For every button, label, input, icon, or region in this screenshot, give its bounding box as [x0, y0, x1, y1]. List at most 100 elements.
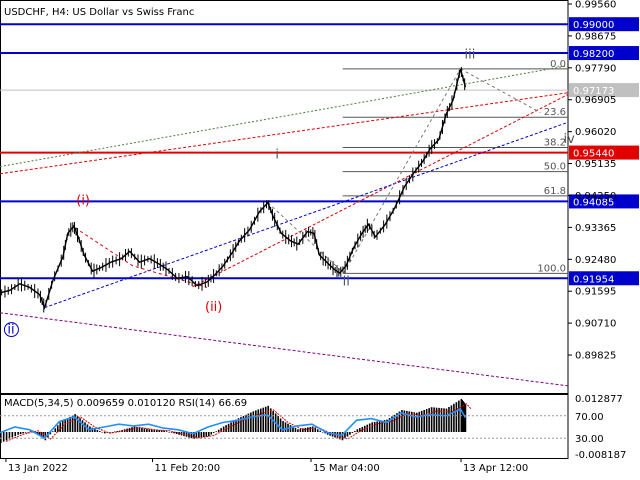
time-tick-label: 13 Jan 2022 [8, 463, 68, 474]
indicator-tick-label: 30.00 [575, 434, 604, 445]
chart-title: USDCHF, H4: US Dollar vs Swiss Franc [4, 7, 194, 18]
price-tick-label: 0.90710 [575, 319, 616, 330]
price-tick-label: 0.92480 [575, 255, 616, 266]
price-tick-label: 0.93365 [575, 223, 616, 234]
macd-histogram-bar [299, 428, 302, 432]
macd-histogram-bar [423, 409, 426, 432]
macd-histogram-bar [0, 432, 2, 444]
indicator-tick-label: -0.008187 [575, 450, 626, 461]
level-price-label: 0.95440 [573, 149, 614, 160]
macd-histogram-bar [259, 408, 262, 432]
trendline [267, 202, 345, 274]
macd-histogram-bar [319, 430, 322, 432]
macd-histogram-bar [448, 406, 450, 432]
macd-histogram-bar [458, 400, 460, 432]
macd-histogram-bar [146, 428, 148, 432]
price-tick-label: 0.95135 [575, 159, 616, 170]
macd-histogram-bar [151, 429, 153, 432]
macd-histogram-bar [165, 431, 168, 432]
macd-histogram-bar [200, 432, 203, 438]
macd-histogram-bar [420, 410, 423, 432]
macd-histogram-bar [264, 406, 267, 432]
wave-label: (ii) [205, 300, 222, 315]
trendline [44, 121, 569, 309]
macd-histogram-bar [269, 408, 272, 432]
macd-histogram-bar [59, 422, 62, 432]
macd-histogram-bar [361, 426, 364, 432]
macd-histogram-bar [168, 432, 170, 433]
trendline [192, 94, 569, 288]
wave-label: i [275, 147, 279, 162]
macd-histogram-bar [24, 432, 27, 433]
macd-histogram-bar [217, 429, 220, 432]
indicator-tick-label: 70.00 [575, 412, 604, 423]
macd-histogram-bar [19, 432, 22, 435]
macd-histogram-bar [425, 409, 428, 432]
macd-histogram-bar [138, 427, 141, 432]
macd-histogram-bar [252, 411, 255, 432]
macd-histogram-bar [428, 408, 430, 432]
macd-histogram-bar [309, 426, 312, 432]
macd-histogram-bar [321, 432, 324, 433]
macd-histogram-bar [455, 402, 458, 432]
macd-histogram-bar [108, 432, 111, 433]
macd-histogram-bar [148, 429, 151, 432]
macd-histogram-bar [376, 421, 378, 432]
macd-histogram-bar [215, 431, 218, 432]
level-price-label: 0.98200 [573, 49, 614, 60]
fibo-level-label: 50.0 [544, 162, 566, 173]
macd-histogram-bar [141, 427, 143, 432]
level-price-label: 0.99000 [573, 20, 614, 31]
macd-histogram-bar [143, 428, 146, 432]
macd-histogram-bar [430, 407, 433, 432]
macd-histogram-bar [311, 426, 314, 432]
macd-histogram-bar [222, 426, 225, 432]
macd-histogram-bar [464, 404, 467, 432]
macd-histogram-bar [232, 420, 235, 432]
time-tick-label: 11 Feb 20:00 [155, 463, 221, 474]
indicator-tick-label: 0.012877 [575, 394, 623, 405]
macd-histogram-bar [101, 432, 104, 433]
macd-histogram-bar [235, 419, 237, 432]
macd-histogram-bar [54, 428, 57, 432]
macd-histogram-bar [262, 407, 265, 432]
macd-histogram-bar [22, 432, 24, 434]
macd-histogram-bar [245, 414, 247, 432]
macd-histogram-bar [230, 422, 232, 432]
macd-histogram-bar [205, 432, 208, 437]
time-tick-label: 13 Apr 12:00 [463, 463, 528, 474]
macd-histogram-bar [284, 422, 287, 432]
macd-histogram-bar [2, 432, 5, 442]
trendline [343, 68, 461, 274]
price-tick-label: 0.99560 [575, 0, 616, 11]
macd-histogram-bar [81, 420, 84, 432]
price-line [0, 68, 467, 310]
time-tick-label: 15 Mar 04:00 [313, 463, 380, 474]
macd-histogram-bar [304, 427, 307, 432]
fibo-level-label: 23.6 [544, 107, 566, 118]
level-price-label: 0.91954 [573, 274, 614, 285]
macd-histogram-bar [351, 432, 354, 433]
macd-histogram-bar [346, 432, 349, 437]
price-tick-label: 0.98675 [575, 31, 616, 42]
fibo-level-label: 100.0 [537, 263, 566, 274]
macd-histogram-bar [450, 405, 453, 432]
usdchf-chart: 0.0 23.6 38.2 50.0 61.8 100.0 0.99000 0.98200 0… [0, 0, 640, 480]
macd-histogram-bar [51, 431, 54, 432]
wave-label: iv [564, 132, 576, 147]
macd-histogram-bar [5, 432, 8, 441]
macd-histogram-bar [373, 421, 376, 432]
price-tick-label: 0.96905 [575, 95, 616, 106]
price-tick-label: 0.91595 [575, 287, 616, 298]
macd-histogram-bar [96, 429, 99, 432]
macd-histogram-bar [99, 431, 101, 432]
macd-histogram-bar [66, 418, 69, 432]
macd-histogram-bar [170, 432, 173, 433]
trendline [0, 92, 569, 175]
macd-histogram-bar [79, 418, 81, 432]
trendline [0, 312, 569, 387]
price-tick-label: 0.96020 [575, 127, 616, 138]
macd-histogram-bar [314, 427, 317, 432]
macd-histogram-bar [297, 429, 299, 432]
wave-label: ii [343, 275, 350, 290]
